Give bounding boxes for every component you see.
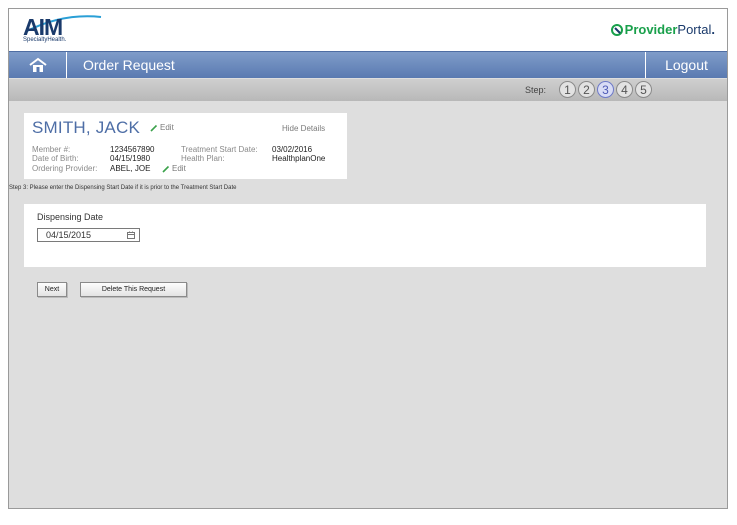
aim-specialty-health-logo: AIM SpecialtyHealth. <box>23 15 103 47</box>
home-button[interactable] <box>9 52 67 78</box>
top-header: AIM SpecialtyHealth. Provider Portal. <box>9 9 727 51</box>
health-plan-label: Health Plan: <box>181 154 225 163</box>
pencil-icon <box>150 124 158 132</box>
treatment-start-date-value: 03/02/2016 <box>272 145 313 154</box>
delete-request-button[interactable]: Delete This Request <box>80 282 187 297</box>
step-2-indicator: 2 <box>578 81 595 98</box>
hide-details-link[interactable]: Hide Details <box>282 124 325 133</box>
dispensing-date-value: 04/15/2015 <box>46 230 92 240</box>
pencil-icon <box>162 165 170 173</box>
member-number-value: 1234567890 <box>110 145 155 154</box>
date-of-birth-label: Date of Birth: <box>32 154 79 163</box>
next-button[interactable]: Next <box>37 282 67 297</box>
edit-patient-link[interactable]: Edit <box>150 123 174 132</box>
logout-button[interactable]: Logout <box>645 52 727 78</box>
step-4-indicator: 4 <box>616 81 633 98</box>
provider-portal-logo-part1: Provider <box>624 22 678 37</box>
aim-logo-text: AIM <box>23 14 63 40</box>
dispensing-date-panel: Dispensing Date 04/15/2015 <box>24 204 706 267</box>
step-1-indicator: 1 <box>559 81 576 98</box>
step-5-indicator: 5 <box>635 81 652 98</box>
member-number-label: Member #: <box>32 145 71 154</box>
date-of-birth-value: 04/15/1980 <box>110 154 151 163</box>
nav-bar: Order Request Logout <box>9 51 727 78</box>
patient-name: SMITH, JACK <box>32 118 140 137</box>
provider-portal-logo-dot: . <box>711 22 715 37</box>
step-progress-bar: Step: 1 2 3 4 5 <box>9 79 727 101</box>
step-indicators: 1 2 3 4 5 <box>559 81 652 98</box>
dispensing-date-input[interactable]: 04/15/2015 <box>37 228 140 242</box>
patient-details-card: SMITH, JACK Edit Hide Details Member #: … <box>24 113 347 179</box>
step-instructions: Step 3: Please enter the Dispensing Star… <box>9 185 237 191</box>
edit-provider-label: Edit <box>172 164 186 173</box>
step-label: Step: <box>525 85 547 95</box>
edit-patient-label: Edit <box>160 123 174 132</box>
provider-portal-icon <box>610 23 623 36</box>
health-plan-value: HealthplanOne <box>272 154 326 163</box>
edit-provider-link[interactable]: Edit <box>162 164 186 173</box>
provider-portal-logo: Provider Portal. <box>610 22 715 37</box>
provider-portal-logo-part2: Portal <box>677 22 712 37</box>
step-3-indicator-active: 3 <box>597 81 614 98</box>
home-icon <box>28 57 47 72</box>
page-title: Order Request <box>83 57 175 73</box>
ordering-provider-label: Ordering Provider: <box>32 164 98 173</box>
dispensing-date-label: Dispensing Date <box>37 212 104 222</box>
ordering-provider-value: ABEL, JOE <box>110 164 151 173</box>
aim-logo-subtext: SpecialtyHealth. <box>23 37 67 43</box>
calendar-icon[interactable] <box>127 231 135 239</box>
treatment-start-date-label: Treatment Start Date: <box>181 145 258 154</box>
app-window: AIM SpecialtyHealth. Provider Portal. Ord… <box>8 8 728 509</box>
